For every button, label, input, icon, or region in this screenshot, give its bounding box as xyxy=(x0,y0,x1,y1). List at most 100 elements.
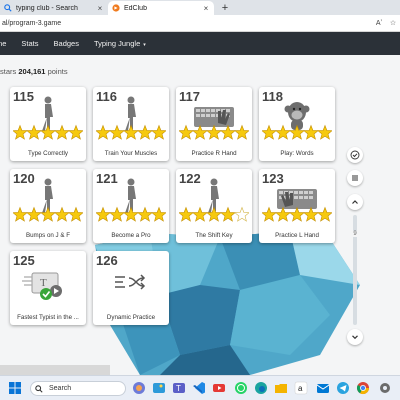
star-filled-icon xyxy=(13,206,28,222)
taskbar-search-label: Search xyxy=(49,385,72,392)
star-filled-icon xyxy=(220,124,236,140)
star-rating xyxy=(96,124,166,140)
star-filled-icon xyxy=(123,124,139,140)
star-filled-icon xyxy=(151,124,166,140)
lesson-number: 115 xyxy=(13,89,34,104)
vscode-icon[interactable] xyxy=(192,381,206,395)
lesson-card-123[interactable]: 123 Practice L Hand xyxy=(259,169,335,243)
star-rating xyxy=(13,206,83,222)
lesson-label: Type Correctly xyxy=(28,150,68,157)
nav-item-badges[interactable]: Badges xyxy=(54,39,79,48)
lesson-label: Bumps on J & F xyxy=(25,232,71,239)
lesson-number: 123 xyxy=(262,171,284,186)
menu-icon xyxy=(352,175,358,181)
nav-item-typing-jungle[interactable]: Typing Jungle ▾ xyxy=(94,39,146,48)
points-summary: stars 204,161 points xyxy=(0,67,68,76)
star-filled-icon xyxy=(303,124,319,140)
star-rating xyxy=(13,124,83,140)
star-filled-icon xyxy=(68,206,83,222)
star-filled-icon xyxy=(96,124,111,140)
star-filled-icon xyxy=(137,206,153,222)
browser-tab-edclub[interactable]: EdClub × xyxy=(108,1,214,15)
nav-item-home[interactable]: me xyxy=(0,39,6,48)
tab-title: typing club - Search xyxy=(16,4,78,12)
lesson-label: The Shift Key xyxy=(195,232,233,239)
star-filled-icon xyxy=(179,206,194,222)
nav-item-label: Typing Jungle xyxy=(93,39,141,48)
lesson-card-116[interactable]: 116 Train Your Muscles xyxy=(93,87,169,161)
reader-mode-icon[interactable]: Aʼ xyxy=(372,20,386,27)
lesson-card-125[interactable]: T 125 Fastest Typist in the ... xyxy=(10,251,86,325)
photos-icon[interactable] xyxy=(152,381,166,395)
lesson-card-117[interactable]: 117 Practice R Hand xyxy=(176,87,252,161)
stars-text: stars xyxy=(0,67,17,76)
favorite-star-icon[interactable]: ☆ xyxy=(386,19,400,27)
lesson-card-118[interactable]: 118 Play: Words xyxy=(259,87,335,161)
star-filled-icon xyxy=(206,206,222,222)
teams-icon[interactable]: T xyxy=(172,381,186,395)
star-filled-icon xyxy=(206,124,222,140)
star-filled-icon xyxy=(192,124,208,140)
star-rating xyxy=(179,124,249,140)
lesson-card-121[interactable]: 121 Become a Pro xyxy=(93,169,169,243)
bottom-status-strip xyxy=(0,365,110,375)
star-filled-icon xyxy=(262,124,277,140)
star-filled-icon xyxy=(317,124,332,140)
scroll-down-button[interactable] xyxy=(347,329,363,345)
whatsapp-icon[interactable] xyxy=(234,381,248,395)
chrome-icon[interactable] xyxy=(356,381,370,395)
address-bar: al/program-3.game Aʼ ☆ xyxy=(0,15,400,32)
lesson-card-115[interactable]: 115 Type Correctly xyxy=(10,87,86,161)
star-filled-icon xyxy=(26,206,42,222)
mail-icon[interactable] xyxy=(316,381,330,395)
tab-title: EdClub xyxy=(124,4,147,12)
close-tab-icon[interactable]: × xyxy=(96,4,104,13)
check-icon xyxy=(350,150,360,160)
search-icon xyxy=(4,4,12,12)
lesson-number: 118 xyxy=(262,89,283,104)
star-filled-icon xyxy=(68,124,83,140)
scroll-up-button[interactable] xyxy=(347,194,363,210)
nav-item-stats[interactable]: Stats xyxy=(21,39,38,48)
windows-start-icon[interactable] xyxy=(8,381,22,395)
star-filled-icon xyxy=(96,206,111,222)
lesson-map: stars 204,161 points 115 Type Correctly … xyxy=(0,55,400,375)
lesson-number: 125 xyxy=(13,253,35,268)
amazon-icon[interactable]: a xyxy=(294,381,308,395)
lesson-number: 117 xyxy=(179,89,200,104)
settings-icon[interactable] xyxy=(378,381,392,395)
star-filled-icon xyxy=(151,206,166,222)
lesson-number: 122 xyxy=(179,171,201,186)
star-filled-icon xyxy=(234,124,249,140)
youtube-icon[interactable] xyxy=(212,381,226,395)
files-icon[interactable] xyxy=(274,381,288,395)
star-filled-icon xyxy=(289,206,305,222)
lesson-label: Train Your Muscles xyxy=(104,150,158,157)
svg-text:T: T xyxy=(40,277,47,289)
completed-filter-button[interactable] xyxy=(347,147,363,163)
url-field[interactable]: al/program-3.game xyxy=(0,20,372,27)
star-filled-icon xyxy=(275,206,291,222)
star-filled-icon xyxy=(54,206,70,222)
menu-button[interactable] xyxy=(347,170,363,186)
star-filled-icon xyxy=(137,124,153,140)
copilot-icon[interactable] xyxy=(132,381,146,395)
edge-icon[interactable] xyxy=(254,381,268,395)
lesson-number: 116 xyxy=(96,89,117,104)
close-tab-icon[interactable]: × xyxy=(202,4,210,13)
browser-tab-search[interactable]: typing club - Search × xyxy=(0,1,108,15)
lesson-card-126[interactable]: 126 Dynamic Practice xyxy=(93,251,169,325)
star-filled-icon xyxy=(192,206,208,222)
lesson-number: 120 xyxy=(13,171,35,186)
star-filled-icon xyxy=(220,206,236,222)
taskbar-search-box[interactable]: Search xyxy=(30,381,126,396)
chevron-down-icon: ▾ xyxy=(143,42,146,48)
svg-text:a: a xyxy=(298,384,303,393)
level-number: 9 xyxy=(350,231,360,237)
lesson-card-122[interactable]: 122 The Shift Key xyxy=(176,169,252,243)
star-rating xyxy=(179,206,249,222)
svg-text:T: T xyxy=(176,384,181,393)
telegram-icon[interactable] xyxy=(336,381,350,395)
new-tab-button[interactable]: + xyxy=(218,1,232,15)
lesson-card-120[interactable]: 120 Bumps on J & F xyxy=(10,169,86,243)
